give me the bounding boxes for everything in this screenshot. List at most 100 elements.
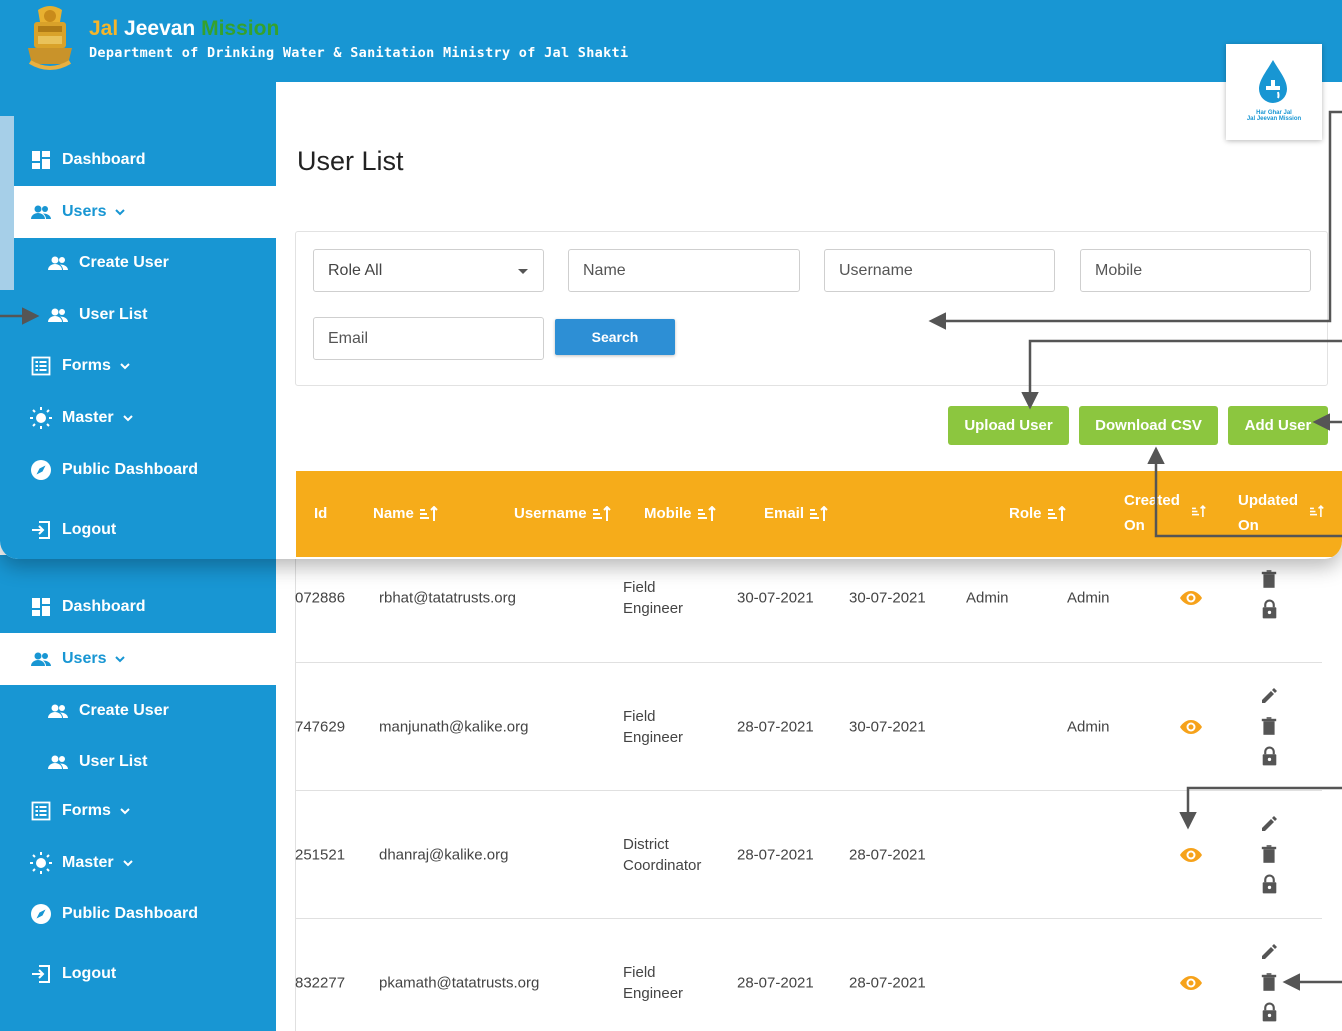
eye-icon[interactable] (1179, 971, 1203, 995)
sun-icon (30, 407, 52, 429)
sidebar-item-label: Logout (62, 965, 117, 982)
cell-updated-on: 30-07-2021 (849, 718, 926, 735)
sort-icon (810, 505, 828, 522)
table-row: 251521 dhanraj@kalike.org District Coordi… (295, 791, 1322, 919)
users-icon (30, 648, 52, 670)
bg-sidebar-item-logout[interactable]: Logout (0, 948, 276, 1000)
sidebar: Dashboard Users Create User User List Fo… (0, 82, 276, 559)
bg-sidebar-item-users[interactable]: Users (0, 633, 276, 685)
app-subtitle: Department of Drinking Water & Sanitatio… (89, 45, 629, 61)
mobile-input[interactable] (1080, 249, 1311, 292)
edit-icon[interactable] (1259, 942, 1279, 964)
cell-id: 832277 (295, 974, 346, 992)
row-actions (1257, 942, 1281, 1024)
row-actions (1257, 686, 1281, 768)
column-header-email[interactable]: Email (764, 505, 828, 522)
column-header-username[interactable]: Username (514, 505, 611, 522)
compass-icon (30, 903, 52, 925)
delete-icon[interactable] (1259, 716, 1279, 738)
user-list-screen: Jal Jeevan Mission Department of Drinkin… (0, 0, 1342, 559)
table-row: 832277 pkamath@tatatrusts.org Field Engin… (295, 919, 1322, 1031)
column-header-id[interactable]: Id (314, 505, 327, 522)
lock-icon[interactable] (1259, 745, 1279, 768)
cell-role: Field Engineer (623, 707, 684, 746)
table-row: 072886 rbhat@tatatrusts.org Field Enginee… (295, 555, 1322, 663)
sidebar-item-master[interactable]: Master (0, 392, 276, 444)
username-input[interactable] (824, 249, 1055, 292)
logout-icon (30, 519, 52, 541)
cell-role: District Coordinator (623, 835, 702, 874)
bg-sidebar-item-create-user[interactable]: Create User (0, 685, 276, 737)
cell-role: Field Engineer (623, 579, 684, 617)
sidebar-item-create-user[interactable]: Create User (0, 237, 276, 289)
sidebar-item-label: User List (79, 306, 148, 323)
role-select[interactable]: Role All (313, 249, 544, 292)
bg-sidebar-item-dashboard[interactable]: Dashboard (0, 581, 276, 633)
sidebar-item-forms[interactable]: Forms (0, 340, 276, 392)
sort-icon (697, 505, 716, 522)
background-sidebar: Dashboard Users Create User User List Fo… (0, 555, 276, 1031)
search-button[interactable]: Search (555, 319, 675, 355)
name-input[interactable] (568, 249, 800, 292)
app-title: Jal Jeevan Mission (89, 17, 280, 40)
sidebar-item-label: Dashboard (62, 151, 146, 168)
table-row: 747629 manjunath@kalike.org Field Enginee… (295, 663, 1322, 791)
users-icon (30, 201, 52, 223)
cell-email: rbhat@tatatrusts.org (379, 589, 516, 607)
chevron-down-icon (119, 360, 131, 372)
delete-icon[interactable] (1259, 569, 1279, 591)
download-csv-button[interactable]: Download CSV (1079, 406, 1218, 445)
cell-updated-by: Admin (1067, 718, 1110, 735)
sidebar-item-logout[interactable]: Logout (0, 504, 276, 556)
email-input[interactable] (313, 317, 544, 360)
column-header-role[interactable]: Role (1009, 505, 1066, 522)
sidebar-item-label: Forms (62, 802, 111, 819)
lock-icon[interactable] (1259, 1002, 1279, 1024)
sort-icon (419, 505, 438, 522)
eye-icon[interactable] (1179, 843, 1203, 867)
bg-sidebar-item-public-dashboard[interactable]: Public Dashboard (0, 888, 276, 940)
cell-email: dhanraj@kalike.org (379, 846, 509, 863)
column-header-mobile[interactable]: Mobile (644, 505, 716, 522)
lock-icon[interactable] (1259, 599, 1279, 621)
sidebar-item-users[interactable]: Users (0, 186, 276, 238)
sun-icon (30, 852, 52, 874)
bg-sidebar-item-forms[interactable]: Forms (0, 785, 276, 837)
bg-sidebar-item-user-list[interactable]: User List (0, 736, 276, 788)
column-header-updated-on[interactable]: Updated On (1238, 488, 1324, 538)
sort-icon (592, 505, 611, 522)
sidebar-item-user-list[interactable]: User List (0, 289, 276, 341)
national-emblem-icon (20, 4, 80, 74)
add-user-button[interactable]: Add User (1228, 406, 1328, 445)
sidebar-item-dashboard[interactable]: Dashboard (0, 134, 276, 186)
cell-id: 747629 (295, 718, 346, 735)
har-ghar-jal-logo: Har Ghar Jal Jal Jeevan Mission (1226, 44, 1322, 140)
sort-icon (1310, 505, 1324, 521)
dashboard-icon (30, 596, 52, 618)
cell-created-on: 28-07-2021 (737, 718, 814, 735)
cell-created-on: 30-07-2021 (737, 589, 814, 607)
delete-icon[interactable] (1259, 972, 1279, 994)
eye-icon[interactable] (1179, 715, 1203, 739)
eye-icon[interactable] (1179, 586, 1203, 610)
cell-email: pkamath@tatatrusts.org (379, 974, 540, 992)
sidebar-item-label: Create User (79, 702, 169, 719)
column-header-created-on[interactable]: Created On (1124, 488, 1206, 538)
edit-icon[interactable] (1259, 686, 1279, 708)
sidebar-highlight-bar (0, 116, 14, 290)
upload-user-button[interactable]: Upload User (948, 406, 1069, 445)
table-header: Id Name Username Mobile Email Role Creat… (296, 471, 1342, 557)
bg-sidebar-item-master[interactable]: Master (0, 837, 276, 889)
sort-icon (1191, 505, 1206, 521)
lock-icon[interactable] (1259, 873, 1279, 896)
page-title: User List (297, 146, 404, 176)
caret-down-icon (518, 269, 528, 274)
sidebar-item-label: Forms (62, 357, 111, 374)
sort-icon (1047, 505, 1066, 522)
sidebar-item-label: Public Dashboard (62, 461, 199, 478)
delete-icon[interactable] (1259, 844, 1279, 866)
chevron-down-icon (119, 805, 131, 817)
sidebar-item-public-dashboard[interactable]: Public Dashboard (0, 444, 276, 496)
edit-icon[interactable] (1259, 814, 1279, 836)
column-header-name[interactable]: Name (373, 505, 438, 522)
